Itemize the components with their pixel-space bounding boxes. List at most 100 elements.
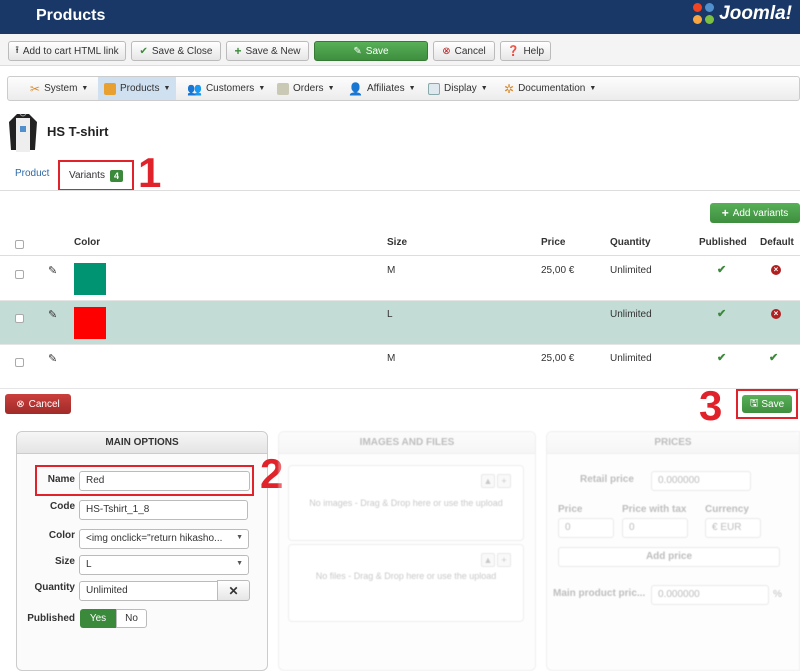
plus-icon: + bbox=[721, 206, 729, 220]
files-empty-text: No files - Drag & Drop here or use the u… bbox=[315, 571, 497, 581]
row-checkbox[interactable] bbox=[15, 270, 24, 279]
chevron-down-icon: ▼ bbox=[258, 85, 266, 92]
table-row-selected[interactable]: ✎ L Unlimited ✔ × bbox=[0, 301, 800, 345]
menu-display-label: Display bbox=[444, 83, 477, 94]
variants-table-header: Color Size Price Quantity Published Defa… bbox=[0, 232, 800, 256]
add-to-cart-link-button[interactable]: ⭱ Add to cart HTML link bbox=[8, 41, 126, 61]
menu-products[interactable]: Products ▼ bbox=[98, 77, 177, 100]
default-check-icon[interactable]: ✔ bbox=[769, 351, 778, 364]
color-select[interactable]: <img onclick="return hikasho... ▼ bbox=[79, 529, 249, 549]
save-close-button[interactable]: ✔ Save & Close bbox=[131, 41, 221, 61]
variant-save-highlight: 🖫 Save bbox=[736, 389, 798, 419]
joomla-brand: Joomla! bbox=[719, 3, 792, 24]
chevron-down-icon: ▼ bbox=[480, 85, 488, 92]
menu-orders[interactable]: Orders ▼ bbox=[271, 77, 341, 100]
tab-variants[interactable]: Variants 4 bbox=[58, 160, 134, 191]
chevron-down-icon: ▼ bbox=[589, 85, 597, 92]
size-value: M bbox=[387, 353, 396, 364]
menu-display[interactable]: Display ▼ bbox=[422, 77, 494, 100]
color-select-value: <img onclick="return hikasho... bbox=[86, 533, 223, 544]
save-close-label: Save & Close bbox=[151, 45, 213, 57]
add-price-button[interactable]: Add price bbox=[558, 547, 780, 567]
product-thumbnail bbox=[9, 113, 37, 152]
menu-customers[interactable]: 👥 Customers ▼ bbox=[181, 77, 271, 100]
edit-pencil-icon[interactable]: ✎ bbox=[48, 308, 57, 321]
cancel-icon: ⊗ bbox=[442, 45, 451, 57]
upload-icon: ⭱ bbox=[15, 44, 19, 56]
table-row[interactable]: ✎ M 25,00 € Unlimited ✔ ✔ bbox=[0, 345, 800, 389]
product-name: HS T-shirt bbox=[47, 124, 109, 139]
annotation-3: 3 bbox=[699, 382, 723, 429]
save-disk-icon: 🖫 bbox=[749, 397, 759, 409]
add-to-cart-label: Add to cart HTML link bbox=[22, 45, 119, 57]
menu-documentation[interactable]: ✲ Documentation ▼ bbox=[498, 77, 602, 100]
main-product-price-field[interactable]: 0.000000 bbox=[651, 585, 769, 605]
code-label: Code bbox=[50, 501, 75, 512]
chevron-down-icon: ▼ bbox=[163, 85, 171, 92]
menu-affiliates[interactable]: 👤 Affiliates ▼ bbox=[342, 77, 422, 100]
images-dropzone[interactable]: ▲ + No images - Drag & Drop here or use t… bbox=[288, 465, 524, 541]
row-checkbox[interactable] bbox=[15, 314, 24, 323]
menu-affiliates-label: Affiliates bbox=[366, 83, 405, 94]
files-dropzone[interactable]: ▲ + No files - Drag & Drop here or use th… bbox=[288, 544, 524, 622]
select-all-checkbox[interactable] bbox=[15, 240, 24, 249]
default-no-icon[interactable]: × bbox=[771, 309, 781, 319]
plus-icon: + bbox=[234, 44, 242, 58]
table-row[interactable]: ✎ M 25,00 € Unlimited ✔ × bbox=[0, 257, 800, 301]
menu-system[interactable]: ✂ System ▼ bbox=[24, 77, 94, 100]
quantity-label: Quantity bbox=[34, 582, 75, 593]
published-label: Published bbox=[27, 613, 75, 624]
affiliates-icon: 👤 bbox=[348, 81, 363, 96]
column-price: Price bbox=[541, 237, 566, 248]
add-variants-button[interactable]: + Add variants bbox=[710, 203, 800, 223]
add-icon[interactable]: + bbox=[497, 474, 511, 488]
size-select-value: L bbox=[86, 559, 92, 570]
quantity-field[interactable]: Unlimited bbox=[79, 581, 218, 601]
name-highlight bbox=[35, 465, 254, 496]
main-menu: ✂ System ▼ Products ▼ 👥 Customers ▼ Orders ▼… bbox=[7, 76, 800, 101]
add-variants-label: Add variants bbox=[732, 207, 789, 219]
edit-pencil-icon[interactable]: ✎ bbox=[48, 264, 57, 277]
main-product-price-label: Main product pric... bbox=[553, 588, 646, 599]
upload-icon[interactable]: ▲ bbox=[481, 474, 495, 488]
tab-variants-label: Variants bbox=[69, 170, 105, 181]
annotation-1: 1 bbox=[138, 149, 162, 196]
cancel-button[interactable]: ⊗ Cancel bbox=[433, 41, 495, 61]
published-check-icon[interactable]: ✔ bbox=[717, 307, 726, 320]
size-value: L bbox=[387, 309, 393, 320]
help-button[interactable]: ❓ Help bbox=[500, 41, 551, 61]
tab-product[interactable]: Product bbox=[15, 168, 49, 179]
variant-cancel-button[interactable]: ⊗ Cancel bbox=[5, 394, 71, 414]
row-checkbox[interactable] bbox=[15, 358, 24, 367]
currency-select[interactable]: € EUR bbox=[705, 518, 761, 538]
header-bar: Products Joomla! bbox=[0, 0, 800, 34]
price-with-tax-field[interactable]: 0 bbox=[622, 518, 688, 538]
column-quantity: Quantity bbox=[610, 237, 651, 248]
upload-icon[interactable]: ▲ bbox=[481, 553, 495, 567]
published-check-icon[interactable]: ✔ bbox=[717, 351, 726, 364]
default-no-icon[interactable]: × bbox=[771, 265, 781, 275]
retail-price-field[interactable]: 0.000000 bbox=[651, 471, 751, 491]
published-check-icon[interactable]: ✔ bbox=[717, 263, 726, 276]
size-value: M bbox=[387, 265, 396, 276]
price-field[interactable]: 0 bbox=[558, 518, 614, 538]
quantity-value: Unlimited bbox=[610, 309, 652, 320]
variant-save-button[interactable]: 🖫 Save bbox=[742, 395, 792, 413]
color-swatch bbox=[74, 263, 106, 295]
menu-orders-label: Orders bbox=[293, 83, 324, 94]
add-icon[interactable]: + bbox=[497, 553, 511, 567]
quantity-value: Unlimited bbox=[610, 265, 652, 276]
save-new-button[interactable]: + Save & New bbox=[226, 41, 309, 61]
currency-label: Currency bbox=[705, 504, 749, 515]
variant-cancel-label: Cancel bbox=[28, 398, 60, 410]
published-no-toggle[interactable]: No bbox=[116, 609, 147, 628]
published-yes-toggle[interactable]: Yes bbox=[80, 609, 116, 628]
percent-sign: % bbox=[773, 589, 782, 600]
code-field[interactable]: HS-Tshirt_1_8 bbox=[79, 500, 248, 520]
save-new-label: Save & New bbox=[245, 45, 301, 57]
clear-quantity-button[interactable]: ✕ bbox=[217, 580, 250, 601]
size-select[interactable]: L ▼ bbox=[79, 555, 249, 575]
save-button[interactable]: ✎ Save bbox=[314, 41, 428, 61]
edit-pencil-icon[interactable]: ✎ bbox=[48, 352, 57, 365]
display-icon bbox=[428, 82, 440, 95]
